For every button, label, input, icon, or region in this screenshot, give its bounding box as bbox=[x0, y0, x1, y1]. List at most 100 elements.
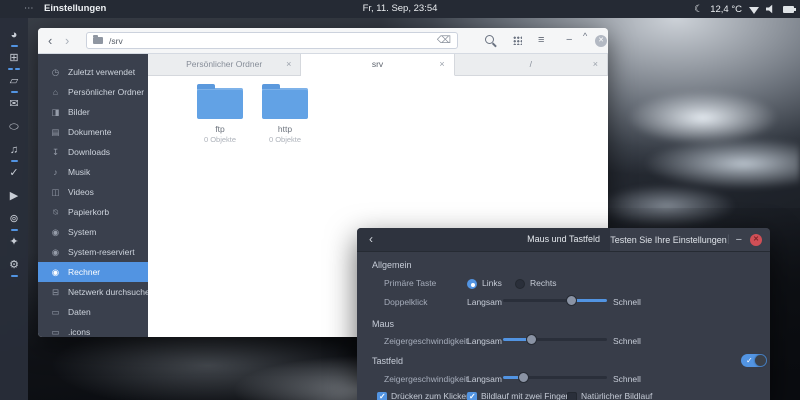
dock-item-media-player[interactable]: ◕ bbox=[0, 25, 28, 48]
search-icon[interactable] bbox=[485, 35, 494, 44]
dock-item-chat[interactable]: ⬭ bbox=[0, 117, 28, 140]
double-click-slider[interactable] bbox=[503, 295, 607, 306]
folder-icon: ▭ bbox=[50, 307, 61, 318]
path-field[interactable]: /srv ⌫ bbox=[86, 32, 458, 49]
dock: ◕ ⊞ ▱ ✉ ⬭ ♫ ✓ ▶ ⊚ ✦ bbox=[0, 18, 28, 400]
dock-item-settings[interactable]: ⚙ bbox=[0, 255, 28, 278]
status-area[interactable]: ☾ 12,4 °C bbox=[694, 0, 794, 18]
home-icon: ⌂ bbox=[50, 87, 61, 97]
clock[interactable]: Fr, 11. Sep, 23:54 bbox=[0, 0, 800, 18]
path-text: /srv bbox=[109, 36, 437, 46]
sidebar-item-icons[interactable]: ▭ .icons bbox=[38, 322, 148, 337]
section-tastfeld: Tastfeld bbox=[372, 356, 403, 366]
slider-handle[interactable] bbox=[526, 334, 537, 345]
sidebar-item-downloads[interactable]: ↧ Downloads bbox=[38, 142, 148, 162]
sidebar-item-rechner[interactable]: ◉ Rechner bbox=[38, 262, 148, 282]
video-player-icon: ▶ bbox=[0, 186, 28, 206]
wifi-icon bbox=[749, 7, 759, 14]
test-settings-button[interactable]: Testen Sie Ihre Einstellungen bbox=[610, 235, 727, 245]
dock-item-system-tools[interactable]: ⊚ bbox=[0, 209, 28, 232]
tasks-icon: ✓ bbox=[0, 163, 28, 183]
grid-view-icon[interactable] bbox=[513, 36, 522, 45]
folder-http[interactable]: http 0 Objekte bbox=[253, 84, 317, 144]
folder-icon bbox=[262, 88, 308, 119]
recent-icon: ◷ bbox=[50, 67, 61, 78]
sidebar-item-system-reserviert[interactable]: ◉ System-reserviert bbox=[38, 242, 148, 262]
menu-icon[interactable]: ≡ bbox=[538, 28, 544, 53]
back-button[interactable]: ‹ bbox=[369, 228, 373, 251]
top-bar: ⋯ Einstellungen Fr, 11. Sep, 23:54 ☾ 12,… bbox=[0, 0, 800, 18]
sidebar-item-persoenlicher-ordner[interactable]: ⌂ Persönlicher Ordner bbox=[38, 82, 148, 102]
sidebar-item-daten[interactable]: ▭ Daten bbox=[38, 302, 148, 322]
minimize-button[interactable]: − bbox=[736, 234, 742, 246]
checkbox-natuerlicher-bildlauf[interactable] bbox=[567, 392, 577, 400]
computer-icon: ◉ bbox=[50, 267, 61, 278]
double-click-label: Doppelklick bbox=[384, 297, 427, 307]
tab-bar: Persönlicher Ordner × srv × / × bbox=[148, 54, 608, 76]
downloads-icon: ↧ bbox=[50, 147, 61, 158]
close-button[interactable]: ✕ bbox=[750, 234, 762, 246]
tab-label: / bbox=[455, 54, 607, 75]
touchpad-speed-label: Zeigergeschwindigkeit bbox=[384, 374, 468, 384]
temperature: 12,4 °C bbox=[710, 4, 742, 15]
sidebar-item-dokumente[interactable]: ▤ Dokumente bbox=[38, 122, 148, 142]
checkbox-druecken-zum-klicken[interactable] bbox=[377, 392, 387, 400]
tab-close-icon[interactable]: × bbox=[439, 54, 444, 75]
pictures-icon: ◨ bbox=[50, 107, 61, 118]
section-allgemein: Allgemein bbox=[372, 260, 412, 270]
radio-rechts[interactable] bbox=[515, 279, 525, 289]
window-title: Maus und Tastfeld bbox=[527, 228, 600, 251]
sidebar-item-musik[interactable]: ♪ Musik bbox=[38, 162, 148, 182]
desktop: ‹ › /srv ⌫ ≡ − ^ ✕ Persönlicher Ordner ×… bbox=[0, 0, 800, 400]
tab-srv[interactable]: srv × bbox=[301, 54, 454, 76]
clear-path-icon[interactable]: ⌫ bbox=[437, 35, 451, 46]
back-button[interactable]: ‹ bbox=[48, 28, 52, 53]
sidebar-item-zuletzt-verwendet[interactable]: ◷ Zuletzt verwendet bbox=[38, 62, 148, 82]
close-button[interactable]: ✕ bbox=[595, 35, 607, 47]
dock-item-files[interactable]: ▱ bbox=[0, 71, 28, 94]
settings-header: ‹ Maus und Tastfeld Testen Sie Ihre Eins… bbox=[357, 228, 770, 252]
sidebar-item-system[interactable]: ◉ System bbox=[38, 222, 148, 242]
radio-links[interactable] bbox=[467, 279, 477, 289]
slider-handle[interactable] bbox=[566, 295, 577, 306]
folder-icon bbox=[197, 88, 243, 119]
photos-icon: ✦ bbox=[0, 232, 28, 252]
dock-item-workspaces[interactable]: ⊞ bbox=[0, 48, 28, 71]
folder-icon: ▭ bbox=[50, 327, 61, 338]
tab-close-icon[interactable]: × bbox=[286, 54, 291, 75]
dock-item-music[interactable]: ♫ bbox=[0, 140, 28, 163]
sidebar-item-videos[interactable]: ◫ Videos bbox=[38, 182, 148, 202]
dock-item-video-player[interactable]: ▶ bbox=[0, 186, 28, 209]
forward-button[interactable]: › bbox=[65, 28, 69, 53]
trash-icon: ⍉ bbox=[50, 207, 61, 218]
mouse-speed-label: Zeigergeschwindigkeit bbox=[384, 336, 468, 346]
tab-close-icon[interactable]: × bbox=[593, 54, 598, 75]
maximize-button[interactable]: ^ bbox=[583, 31, 587, 41]
dock-item-mail[interactable]: ✉ bbox=[0, 94, 28, 117]
dock-item-tasks[interactable]: ✓ bbox=[0, 163, 28, 186]
battery-icon bbox=[783, 6, 794, 13]
music-icon: ♫ bbox=[0, 140, 28, 160]
weather-icon: ☾ bbox=[694, 4, 703, 15]
touchpad-toggle[interactable] bbox=[741, 354, 767, 367]
folder-icon bbox=[93, 37, 103, 44]
disk-icon: ◉ bbox=[50, 247, 61, 258]
network-icon: ⊟ bbox=[50, 287, 61, 298]
mouse-speed-slider[interactable] bbox=[503, 334, 607, 345]
tab-root[interactable]: / × bbox=[455, 54, 608, 76]
system-tools-icon: ⊚ bbox=[0, 209, 28, 229]
tab-label: Persönlicher Ordner bbox=[148, 54, 300, 75]
folder-ftp[interactable]: ftp 0 Objekte bbox=[188, 84, 252, 144]
minimize-button[interactable]: − bbox=[566, 28, 572, 52]
disk-icon: ◉ bbox=[50, 227, 61, 238]
music-icon: ♪ bbox=[50, 167, 61, 177]
checkbox-bildlauf-zwei-finger[interactable] bbox=[467, 392, 477, 400]
slider-handle[interactable] bbox=[518, 372, 529, 383]
sidebar-item-netzwerk[interactable]: ⊟ Netzwerk durchsuchen bbox=[38, 282, 148, 302]
tab-persoenlicher-ordner[interactable]: Persönlicher Ordner × bbox=[148, 54, 301, 76]
tab-label: srv bbox=[301, 54, 453, 75]
sidebar-item-bilder[interactable]: ◨ Bilder bbox=[38, 102, 148, 122]
touchpad-speed-slider[interactable] bbox=[503, 372, 607, 383]
dock-item-photos[interactable]: ✦ bbox=[0, 232, 28, 255]
sidebar-item-papierkorb[interactable]: ⍉ Papierkorb bbox=[38, 202, 148, 222]
